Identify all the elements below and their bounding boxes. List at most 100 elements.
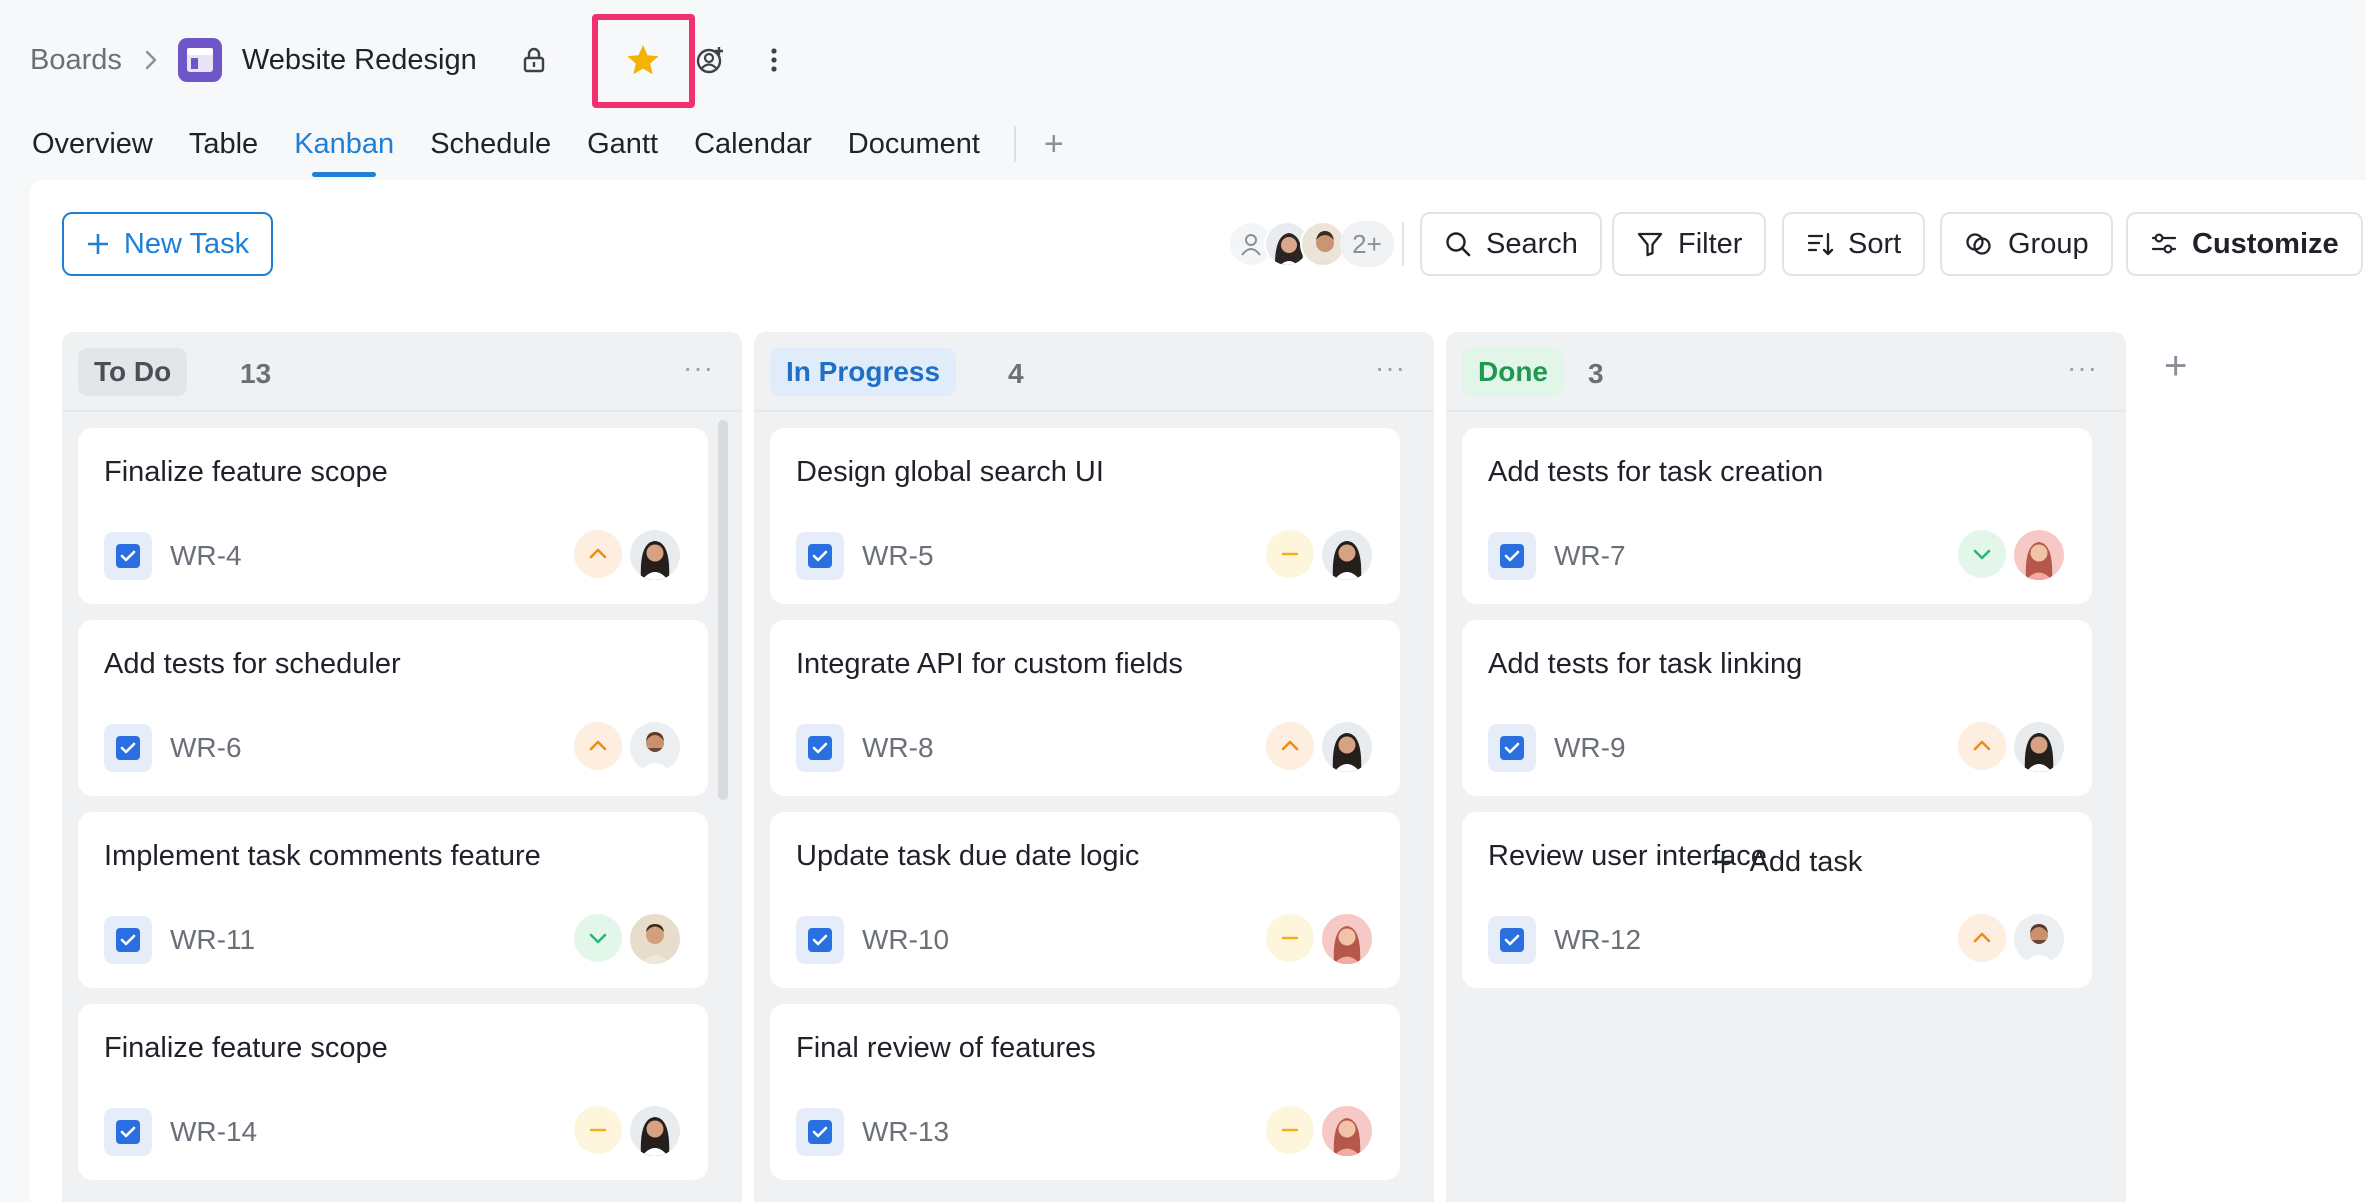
column-done: Done 3 ··· Add tests for task creation WR… — [1446, 332, 2126, 1202]
column-task-count: 13 — [240, 358, 272, 389]
assignee-avatar[interactable] — [630, 1106, 680, 1156]
task-card[interactable]: Integrate API for custom fields WR-8 — [770, 620, 1400, 796]
task-type-checkbox-icon — [1488, 916, 1536, 964]
tab-calendar[interactable]: Calendar — [694, 128, 812, 161]
add-column-plus-icon[interactable]: + — [2164, 346, 2187, 386]
search-button[interactable]: Search — [1420, 212, 1602, 276]
assignee-avatar[interactable] — [1322, 530, 1372, 580]
column-more-icon[interactable]: ··· — [1375, 352, 1406, 384]
add-task-button[interactable]: Add task — [1446, 832, 2126, 892]
priority-high-icon[interactable] — [574, 530, 622, 578]
assignee-avatar[interactable] — [1322, 914, 1372, 964]
tab-document[interactable]: Document — [848, 128, 980, 161]
tab-overview[interactable]: Overview — [32, 128, 153, 161]
task-card[interactable]: Add tests for task creation WR-7 — [1462, 428, 2092, 604]
priority-low-icon[interactable] — [574, 914, 622, 962]
priority-medium-icon[interactable] — [1266, 530, 1314, 578]
column-in-progress: In Progress 4 ··· Design global search U… — [754, 332, 1434, 1202]
assignee-avatar[interactable] — [1322, 1106, 1372, 1156]
tab-gantt[interactable]: Gantt — [587, 128, 658, 161]
priority-medium-icon[interactable] — [574, 1106, 622, 1154]
task-type-checkbox-icon — [104, 724, 152, 772]
priority-high-icon[interactable] — [1958, 914, 2006, 962]
column-header: Done 3 ··· — [1446, 332, 2126, 412]
sliders-icon — [2151, 233, 2177, 254]
task-card[interactable]: Final review of features WR-13 — [770, 1004, 1400, 1180]
column-task-count: 3 — [1588, 358, 1604, 389]
group-button[interactable]: Group — [1940, 212, 2113, 276]
follow-user-icon[interactable] — [686, 36, 734, 84]
plus-icon — [1711, 851, 1734, 873]
board-members[interactable]: 2+ — [1228, 218, 1394, 270]
task-card[interactable]: Finalize feature scope WR-14 — [78, 1004, 708, 1180]
tab-schedule[interactable]: Schedule — [430, 128, 551, 161]
new-task-button[interactable]: New Task — [62, 212, 273, 276]
assignee-avatar[interactable] — [1322, 722, 1372, 772]
add-task-label: Add task — [1749, 845, 1863, 878]
task-type-checkbox-icon — [104, 1108, 152, 1156]
customize-button[interactable]: Customize — [2126, 212, 2363, 276]
assignee-avatar[interactable] — [2014, 914, 2064, 964]
task-card[interactable]: Design global search UI WR-5 — [770, 428, 1400, 604]
add-view-plus-icon[interactable]: + — [1044, 127, 1064, 161]
task-type-checkbox-icon — [796, 1108, 844, 1156]
assignee-avatar[interactable] — [630, 914, 680, 964]
kanban-panel: New Task 2+ Search Filter Sort Group Cus… — [30, 180, 2366, 1202]
star-icon[interactable] — [619, 36, 667, 84]
group-icon — [1966, 233, 1991, 255]
priority-medium-icon[interactable] — [1266, 914, 1314, 962]
filter-button[interactable]: Filter — [1612, 212, 1767, 276]
column-more-icon[interactable]: ··· — [683, 352, 714, 384]
task-card[interactable]: Finalize feature scope WR-4 — [78, 428, 708, 604]
assignee-avatar[interactable] — [630, 530, 680, 580]
task-title: Design global search UI — [796, 456, 1104, 488]
tab-kanban[interactable]: Kanban — [294, 128, 394, 177]
toolbar-divider — [1402, 222, 1404, 266]
sort-button[interactable]: Sort — [1782, 212, 1926, 276]
priority-low-icon[interactable] — [1958, 530, 2006, 578]
column-status-badge[interactable]: In Progress — [770, 348, 957, 396]
task-id: WR-4 — [170, 540, 242, 571]
task-card[interactable]: Add tests for scheduler WR-6 — [78, 620, 708, 796]
tab-table[interactable]: Table — [189, 128, 258, 161]
filter-label: Filter — [1678, 227, 1743, 260]
task-card[interactable]: Add tests for task linking WR-9 — [1462, 620, 2092, 796]
priority-high-icon[interactable] — [1958, 722, 2006, 770]
task-id: WR-5 — [862, 540, 934, 571]
column-status-badge[interactable]: Done — [1462, 348, 1564, 396]
column-status-badge[interactable]: To Do — [78, 348, 188, 396]
group-label: Group — [2008, 227, 2089, 260]
column-scrollbar[interactable] — [718, 420, 728, 800]
task-card[interactable]: Implement task comments feature WR-11 — [78, 812, 708, 988]
search-icon — [1446, 232, 1471, 257]
task-card[interactable]: Update task due date logic WR-10 — [770, 812, 1400, 988]
column-header: To Do 13 ··· — [62, 332, 742, 412]
task-title: Integrate API for custom fields — [796, 648, 1183, 680]
filter-icon — [1637, 232, 1663, 257]
task-type-checkbox-icon — [104, 532, 152, 580]
task-id: WR-13 — [862, 1116, 950, 1147]
more-vertical-icon[interactable] — [750, 36, 798, 84]
column-task-count: 4 — [1008, 358, 1024, 389]
assignee-avatar[interactable] — [2014, 530, 2064, 580]
column-header: In Progress 4 ··· — [754, 332, 1434, 412]
priority-high-icon[interactable] — [1266, 722, 1314, 770]
assignee-avatar[interactable] — [2014, 722, 2064, 772]
priority-high-icon[interactable] — [574, 722, 622, 770]
task-title: Add tests for task creation — [1488, 456, 1824, 488]
task-title: Final review of features — [796, 1032, 1096, 1064]
task-id: WR-9 — [1554, 732, 1626, 763]
priority-medium-icon[interactable] — [1266, 1106, 1314, 1154]
assignee-avatar[interactable] — [630, 722, 680, 772]
task-type-checkbox-icon — [796, 724, 844, 772]
breadcrumb-boards-link[interactable]: Boards — [30, 44, 122, 77]
plus-icon — [87, 234, 108, 254]
task-id: WR-12 — [1554, 924, 1642, 955]
customize-label: Customize — [2192, 227, 2339, 260]
task-title: Add tests for task linking — [1488, 648, 1803, 680]
lock-icon[interactable] — [510, 36, 558, 84]
task-type-checkbox-icon — [796, 532, 844, 580]
view-tabs: Overview Table Kanban Schedule Gantt Cal… — [32, 116, 1064, 177]
tab-divider — [1013, 126, 1016, 162]
column-more-icon[interactable]: ··· — [2067, 352, 2098, 384]
